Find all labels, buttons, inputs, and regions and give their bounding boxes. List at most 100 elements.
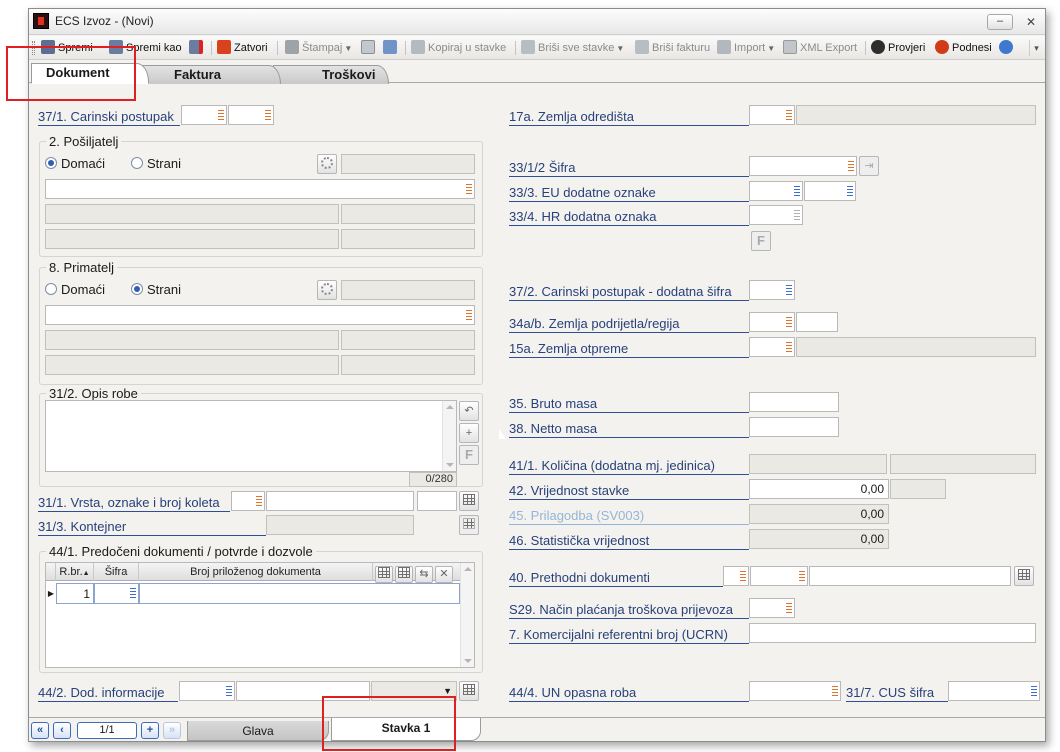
sender-code-field bbox=[341, 154, 475, 174]
first-record-button[interactable]: « bbox=[31, 722, 49, 739]
save-close-button[interactable] bbox=[189, 40, 206, 56]
last-record-button[interactable]: » bbox=[163, 722, 181, 739]
customs-procedure-field[interactable] bbox=[181, 105, 227, 125]
scroll-down-icon bbox=[464, 659, 472, 663]
textarea-scrollbar[interactable] bbox=[442, 401, 456, 471]
additional-info-code-field[interactable] bbox=[179, 681, 235, 701]
record-pager[interactable]: 1/1 bbox=[77, 722, 137, 739]
lookup-marker-icon bbox=[130, 588, 136, 599]
code-lookup-button[interactable]: ⇥ bbox=[859, 156, 879, 176]
sender-foreign-radio[interactable]: Strani bbox=[131, 156, 181, 171]
net-mass-label: 38. Netto masa bbox=[509, 421, 749, 438]
cell-sifra[interactable] bbox=[94, 583, 139, 604]
grid-delete-button[interactable] bbox=[395, 566, 413, 583]
import-button[interactable]: Import ▼ bbox=[717, 40, 775, 56]
add-record-button[interactable]: + bbox=[141, 722, 159, 739]
cus-code-field[interactable] bbox=[948, 681, 1040, 701]
copy-to-items-button[interactable]: Kopiraj u stavke bbox=[411, 40, 506, 56]
minimize-button[interactable]: – bbox=[987, 14, 1013, 30]
close-button[interactable]: Zatvori bbox=[217, 40, 268, 56]
previous-documents-number-field[interactable] bbox=[809, 566, 1011, 586]
prev-record-button[interactable]: ‹ bbox=[53, 722, 71, 739]
receiver-foreign-radio[interactable]: Strani bbox=[131, 282, 181, 297]
customs-procedure-label: 37/1. Carinski postupak bbox=[38, 109, 180, 126]
ecs-export-window: ECS Izvoz - (Novi) – ✕ Spremi Spremi kao… bbox=[28, 8, 1046, 742]
delete-all-items-button[interactable]: Briši sve stavke ▼ bbox=[521, 40, 624, 56]
undo-description-button[interactable]: ↶ bbox=[459, 401, 479, 421]
xml-export-button[interactable]: XML Export bbox=[783, 40, 857, 56]
list-button[interactable] bbox=[383, 40, 400, 56]
origin-country-label: 34a/b. Zemlja podrijetla/regija bbox=[509, 316, 749, 333]
dropdown-arrow-icon: ▼ bbox=[767, 44, 776, 53]
preview-button[interactable] bbox=[361, 40, 378, 56]
packages-type-field[interactable] bbox=[231, 491, 265, 511]
col-header-broj[interactable]: Broj priloženog dokumenta bbox=[139, 563, 373, 581]
receiver-name-field[interactable] bbox=[45, 305, 475, 325]
grid-clear-button[interactable]: ✕ bbox=[435, 566, 453, 583]
documents-grid-scrollbar[interactable] bbox=[460, 563, 474, 667]
destination-country-field[interactable] bbox=[749, 105, 795, 125]
previous-documents-code-field[interactable] bbox=[750, 566, 808, 586]
chevron-left-icon: ‹ bbox=[60, 724, 64, 736]
transport-payment-field[interactable] bbox=[749, 598, 795, 618]
hr-code-field[interactable] bbox=[749, 205, 803, 225]
previous-documents-grid-button[interactable] bbox=[1014, 566, 1034, 586]
container-field bbox=[266, 515, 414, 535]
packages-count-field[interactable] bbox=[417, 491, 457, 511]
sender-country-field bbox=[341, 229, 475, 249]
dispatch-country-field[interactable] bbox=[749, 337, 795, 357]
procedure-extra-field[interactable] bbox=[749, 280, 795, 300]
net-mass-field[interactable] bbox=[749, 417, 839, 437]
table-row[interactable]: ▶ 1 bbox=[46, 583, 460, 604]
receiver-lookup-button[interactable] bbox=[317, 280, 337, 300]
col-header-rbr[interactable]: R.br.▲ bbox=[56, 563, 94, 581]
tab-troskovi[interactable]: Troškovi bbox=[273, 65, 389, 84]
origin-region-field[interactable] bbox=[796, 312, 838, 332]
additional-info-grid-button[interactable] bbox=[459, 681, 479, 701]
check-button[interactable]: Provjeri bbox=[871, 40, 925, 56]
print-button[interactable]: Štampaj ▼ bbox=[285, 40, 352, 56]
grid-add-button[interactable] bbox=[375, 566, 393, 583]
gear-icon bbox=[321, 283, 333, 295]
customs-procedure-field-2[interactable] bbox=[228, 105, 274, 125]
delete-invoice-button[interactable]: Briši fakturu bbox=[635, 40, 710, 56]
cell-broj[interactable] bbox=[139, 583, 460, 604]
required-marker-icon bbox=[740, 571, 746, 582]
toolbar-separator bbox=[277, 41, 278, 55]
hr-code-f-button[interactable]: F bbox=[751, 231, 771, 251]
receiver-city-field bbox=[45, 355, 339, 375]
item-value-field[interactable]: 0,00 bbox=[749, 479, 889, 499]
previous-documents-type-field[interactable] bbox=[723, 566, 749, 586]
eu-code-field-2[interactable] bbox=[804, 181, 856, 201]
receiver-domestic-radio[interactable]: Domaći bbox=[45, 282, 105, 297]
col-header-sifra[interactable]: Šifra bbox=[94, 563, 139, 581]
sender-lookup-button[interactable] bbox=[317, 154, 337, 174]
gross-mass-field[interactable] bbox=[749, 392, 839, 412]
toolbar-separator bbox=[405, 41, 406, 55]
required-marker-icon bbox=[218, 110, 224, 121]
close-window-button[interactable]: ✕ bbox=[1021, 14, 1041, 30]
packages-grid-button[interactable] bbox=[459, 491, 479, 511]
grid-import-button[interactable]: ⇆ bbox=[415, 566, 433, 583]
code-field[interactable] bbox=[749, 156, 857, 176]
origin-country-field[interactable] bbox=[749, 312, 795, 332]
required-marker-icon bbox=[256, 496, 262, 507]
bottom-tab-glava[interactable]: Glava bbox=[187, 721, 329, 741]
required-marker-icon bbox=[799, 571, 805, 582]
un-dangerous-field[interactable] bbox=[749, 681, 841, 701]
ucrn-field[interactable] bbox=[749, 623, 1036, 643]
submit-button[interactable]: Podnesi bbox=[935, 40, 992, 56]
sender-domestic-radio[interactable]: Domaći bbox=[45, 156, 105, 171]
eu-code-field-1[interactable] bbox=[749, 181, 803, 201]
format-description-button[interactable]: F bbox=[459, 445, 479, 465]
goods-description-textarea[interactable] bbox=[45, 400, 457, 472]
sender-name-field[interactable] bbox=[45, 179, 475, 199]
lookup-marker-icon bbox=[794, 186, 800, 197]
tab-faktura[interactable]: Faktura bbox=[137, 65, 281, 84]
info-button[interactable] bbox=[999, 40, 1016, 56]
undo-icon: ↶ bbox=[464, 405, 474, 417]
container-grid-button[interactable] bbox=[459, 515, 479, 535]
packages-marks-field[interactable] bbox=[266, 491, 414, 511]
add-description-button[interactable]: + bbox=[459, 423, 479, 443]
toolbar-overflow-button[interactable]: ▾ bbox=[1029, 40, 1043, 56]
